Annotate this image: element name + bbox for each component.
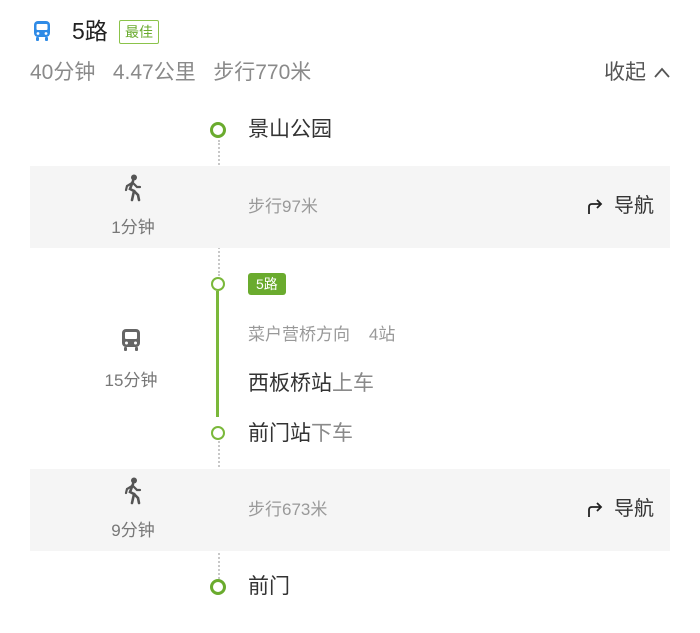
navigate-arrow-icon xyxy=(588,199,603,214)
collapse-button[interactable]: 收起 xyxy=(604,58,670,88)
route-summary: 40分钟 4.47公里 步行770米 xyxy=(30,61,312,84)
bus-icon xyxy=(122,329,140,351)
board-action: 上车 xyxy=(332,372,374,395)
chevron-up-icon xyxy=(654,67,670,78)
walk-time: 9分钟 xyxy=(111,521,155,540)
best-badge: 最佳 xyxy=(119,20,159,44)
bus-icon xyxy=(34,21,50,41)
start-station: 景山公园 xyxy=(248,118,332,141)
board-station-dot xyxy=(211,277,225,291)
end-station: 前门 xyxy=(248,575,290,598)
alight-station: 前门站下车 xyxy=(248,419,353,449)
navigate-label: 导航 xyxy=(614,498,654,520)
timeline-bus xyxy=(216,291,219,417)
navigate-button[interactable]: 导航 xyxy=(586,192,654,220)
alight-action: 下车 xyxy=(311,422,353,445)
walk-step-1: 1分钟 步行97米 导航 xyxy=(30,166,670,248)
bus-direction: 菜户营桥方向 4站 xyxy=(248,325,396,344)
walk-step-2: 9分钟 步行673米 导航 xyxy=(30,469,670,551)
alight-station-dot xyxy=(211,426,225,440)
end-station-dot xyxy=(210,579,226,595)
navigate-arrow-icon xyxy=(588,502,603,517)
route-header: 5路 最佳 40分钟 4.47公里 步行770米 收起 xyxy=(0,0,700,100)
navigate-button[interactable]: 导航 xyxy=(586,495,654,523)
walk-distance: 步行97米 xyxy=(248,197,318,216)
navigate-label: 导航 xyxy=(614,195,654,217)
start-station-dot xyxy=(210,122,226,138)
walk-icon xyxy=(124,477,142,505)
route-title: 5路 xyxy=(72,18,108,44)
bus-time: 15分钟 xyxy=(104,371,158,390)
board-station: 西板桥站上车 xyxy=(248,369,374,399)
board-station-name: 西板桥站 xyxy=(248,372,332,395)
bus-line-badge: 5路 xyxy=(248,273,286,295)
walk-time: 1分钟 xyxy=(111,218,155,237)
walk-distance: 步行673米 xyxy=(248,500,328,519)
collapse-label: 收起 xyxy=(604,61,646,84)
alight-station-name: 前门站 xyxy=(248,422,311,445)
walk-icon xyxy=(124,174,142,202)
